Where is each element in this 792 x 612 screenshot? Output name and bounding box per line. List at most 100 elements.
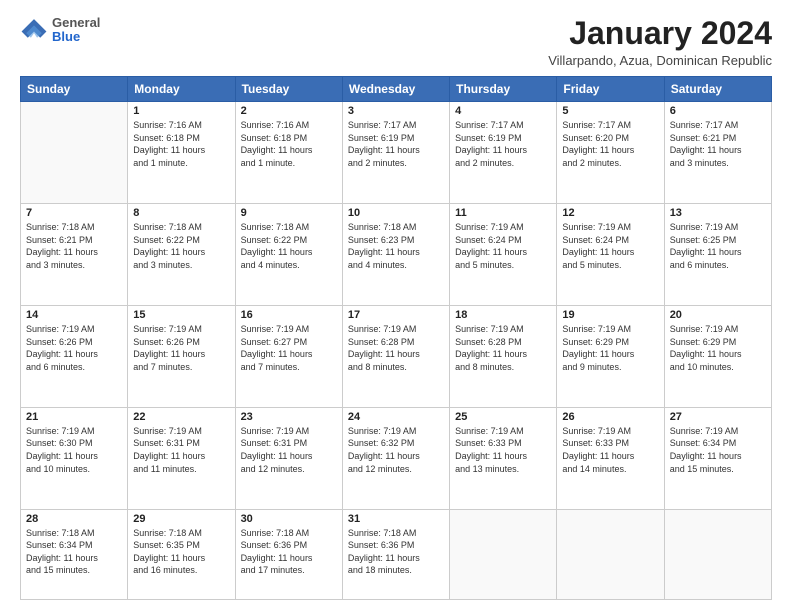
- day-number: 23: [241, 411, 337, 423]
- logo-text: General Blue: [52, 16, 100, 45]
- table-row: 4 Sunrise: 7:17 AM Sunset: 6:19 PM Daylig…: [450, 102, 557, 204]
- day-info: Sunrise: 7:19 AM Sunset: 6:32 PM Dayligh…: [348, 425, 444, 475]
- day-info: Sunrise: 7:19 AM Sunset: 6:28 PM Dayligh…: [348, 323, 444, 373]
- table-row: 26Sunrise: 7:19 AM Sunset: 6:33 PM Dayli…: [557, 407, 664, 509]
- table-row: 3Sunrise: 7:17 AM Sunset: 6:19 PM Daylig…: [342, 102, 449, 204]
- table-row: 22Sunrise: 7:19 AM Sunset: 6:31 PM Dayli…: [128, 407, 235, 509]
- col-wednesday: Wednesday: [342, 77, 449, 102]
- table-row: 30 Sunrise: 7:18 AM Sunset: 6:36 PM Dayli…: [235, 509, 342, 599]
- table-row: 6 Sunrise: 7:17 AM Sunset: 6:21 PM Daylig…: [664, 102, 771, 204]
- day-info: Sunrise: 7:16 AM Sunset: 6:18 PM Dayligh…: [241, 119, 337, 169]
- col-thursday: Thursday: [450, 77, 557, 102]
- day-number: 9: [241, 207, 337, 219]
- day-info: Sunrise: 7:19 AM Sunset: 6:31 PM Dayligh…: [241, 425, 337, 475]
- day-number: 28: [26, 513, 122, 525]
- day-info: Sunrise: 7:18 AM Sunset: 6:35 PM Dayligh…: [133, 527, 229, 577]
- day-number: 11: [455, 207, 551, 219]
- day-number: 27: [670, 411, 766, 423]
- day-number: 21: [26, 411, 122, 423]
- table-row: 29Sunrise: 7:18 AM Sunset: 6:35 PM Dayli…: [128, 509, 235, 599]
- table-row: [450, 509, 557, 599]
- table-row: 7Sunrise: 7:18 AM Sunset: 6:21 PM Daylig…: [21, 204, 128, 306]
- day-info: Sunrise: 7:19 AM Sunset: 6:29 PM Dayligh…: [670, 323, 766, 373]
- day-number: 18: [455, 309, 551, 321]
- table-row: 24 Sunrise: 7:19 AM Sunset: 6:32 PM Dayli…: [342, 407, 449, 509]
- table-row: [664, 509, 771, 599]
- table-row: 14 Sunrise: 7:19 AM Sunset: 6:26 PM Dayli…: [21, 305, 128, 407]
- day-number: 14: [26, 309, 122, 321]
- day-number: 1: [133, 105, 229, 117]
- table-row: 8 Sunrise: 7:18 AM Sunset: 6:22 PM Daylig…: [128, 204, 235, 306]
- day-number: 2: [241, 105, 337, 117]
- table-row: 11Sunrise: 7:19 AM Sunset: 6:24 PM Dayli…: [450, 204, 557, 306]
- day-number: 10: [348, 207, 444, 219]
- day-number: 7: [26, 207, 122, 219]
- day-info: Sunrise: 7:18 AM Sunset: 6:23 PM Dayligh…: [348, 221, 444, 271]
- table-row: 9 Sunrise: 7:18 AM Sunset: 6:22 PM Daylig…: [235, 204, 342, 306]
- day-number: 6: [670, 105, 766, 117]
- logo: General Blue: [20, 16, 100, 45]
- table-row: 2 Sunrise: 7:16 AM Sunset: 6:18 PM Daylig…: [235, 102, 342, 204]
- day-info: Sunrise: 7:19 AM Sunset: 6:25 PM Dayligh…: [670, 221, 766, 271]
- day-info: Sunrise: 7:17 AM Sunset: 6:20 PM Dayligh…: [562, 119, 658, 169]
- day-number: 25: [455, 411, 551, 423]
- table-row: 28 Sunrise: 7:18 AM Sunset: 6:34 PM Dayli…: [21, 509, 128, 599]
- day-number: 22: [133, 411, 229, 423]
- calendar-week-row: 14 Sunrise: 7:19 AM Sunset: 6:26 PM Dayli…: [21, 305, 772, 407]
- table-row: 27Sunrise: 7:19 AM Sunset: 6:34 PM Dayli…: [664, 407, 771, 509]
- table-row: 1 Sunrise: 7:16 AM Sunset: 6:18 PM Daylig…: [128, 102, 235, 204]
- day-info: Sunrise: 7:19 AM Sunset: 6:24 PM Dayligh…: [562, 221, 658, 271]
- day-info: Sunrise: 7:19 AM Sunset: 6:27 PM Dayligh…: [241, 323, 337, 373]
- table-row: 13 Sunrise: 7:19 AM Sunset: 6:25 PM Dayli…: [664, 204, 771, 306]
- day-info: Sunrise: 7:18 AM Sunset: 6:22 PM Dayligh…: [133, 221, 229, 271]
- table-row: [557, 509, 664, 599]
- day-info: Sunrise: 7:19 AM Sunset: 6:29 PM Dayligh…: [562, 323, 658, 373]
- table-row: 23 Sunrise: 7:19 AM Sunset: 6:31 PM Dayli…: [235, 407, 342, 509]
- logo-general-text: General: [52, 16, 100, 30]
- calendar-week-row: 21Sunrise: 7:19 AM Sunset: 6:30 PM Dayli…: [21, 407, 772, 509]
- table-row: 5 Sunrise: 7:17 AM Sunset: 6:20 PM Daylig…: [557, 102, 664, 204]
- day-number: 24: [348, 411, 444, 423]
- day-info: Sunrise: 7:18 AM Sunset: 6:22 PM Dayligh…: [241, 221, 337, 271]
- day-number: 5: [562, 105, 658, 117]
- calendar-week-row: 7Sunrise: 7:18 AM Sunset: 6:21 PM Daylig…: [21, 204, 772, 306]
- table-row: 19 Sunrise: 7:19 AM Sunset: 6:29 PM Dayli…: [557, 305, 664, 407]
- day-info: Sunrise: 7:19 AM Sunset: 6:33 PM Dayligh…: [455, 425, 551, 475]
- table-row: 25 Sunrise: 7:19 AM Sunset: 6:33 PM Dayli…: [450, 407, 557, 509]
- location-subtitle: Villarpando, Azua, Dominican Republic: [548, 53, 772, 68]
- month-title: January 2024: [548, 16, 772, 51]
- table-row: 17 Sunrise: 7:19 AM Sunset: 6:28 PM Dayli…: [342, 305, 449, 407]
- day-number: 30: [241, 513, 337, 525]
- calendar-week-row: 1 Sunrise: 7:16 AM Sunset: 6:18 PM Daylig…: [21, 102, 772, 204]
- col-monday: Monday: [128, 77, 235, 102]
- day-number: 8: [133, 207, 229, 219]
- day-number: 31: [348, 513, 444, 525]
- col-tuesday: Tuesday: [235, 77, 342, 102]
- table-row: 15Sunrise: 7:19 AM Sunset: 6:26 PM Dayli…: [128, 305, 235, 407]
- calendar-header-row: Sunday Monday Tuesday Wednesday Thursday…: [21, 77, 772, 102]
- table-row: 16Sunrise: 7:19 AM Sunset: 6:27 PM Dayli…: [235, 305, 342, 407]
- page: General Blue January 2024 Villarpando, A…: [0, 0, 792, 612]
- day-info: Sunrise: 7:18 AM Sunset: 6:36 PM Dayligh…: [241, 527, 337, 577]
- day-number: 3: [348, 105, 444, 117]
- day-info: Sunrise: 7:17 AM Sunset: 6:21 PM Dayligh…: [670, 119, 766, 169]
- day-number: 17: [348, 309, 444, 321]
- table-row: 18Sunrise: 7:19 AM Sunset: 6:28 PM Dayli…: [450, 305, 557, 407]
- col-friday: Friday: [557, 77, 664, 102]
- day-info: Sunrise: 7:17 AM Sunset: 6:19 PM Dayligh…: [455, 119, 551, 169]
- logo-blue-text: Blue: [52, 30, 100, 44]
- day-info: Sunrise: 7:18 AM Sunset: 6:36 PM Dayligh…: [348, 527, 444, 577]
- day-info: Sunrise: 7:19 AM Sunset: 6:33 PM Dayligh…: [562, 425, 658, 475]
- day-number: 15: [133, 309, 229, 321]
- logo-icon: [20, 16, 48, 44]
- day-info: Sunrise: 7:19 AM Sunset: 6:26 PM Dayligh…: [26, 323, 122, 373]
- table-row: 21Sunrise: 7:19 AM Sunset: 6:30 PM Dayli…: [21, 407, 128, 509]
- day-number: 13: [670, 207, 766, 219]
- day-number: 19: [562, 309, 658, 321]
- table-row: 10 Sunrise: 7:18 AM Sunset: 6:23 PM Dayli…: [342, 204, 449, 306]
- day-info: Sunrise: 7:16 AM Sunset: 6:18 PM Dayligh…: [133, 119, 229, 169]
- table-row: 31 Sunrise: 7:18 AM Sunset: 6:36 PM Dayli…: [342, 509, 449, 599]
- day-number: 4: [455, 105, 551, 117]
- day-info: Sunrise: 7:18 AM Sunset: 6:34 PM Dayligh…: [26, 527, 122, 577]
- title-block: January 2024 Villarpando, Azua, Dominica…: [548, 16, 772, 68]
